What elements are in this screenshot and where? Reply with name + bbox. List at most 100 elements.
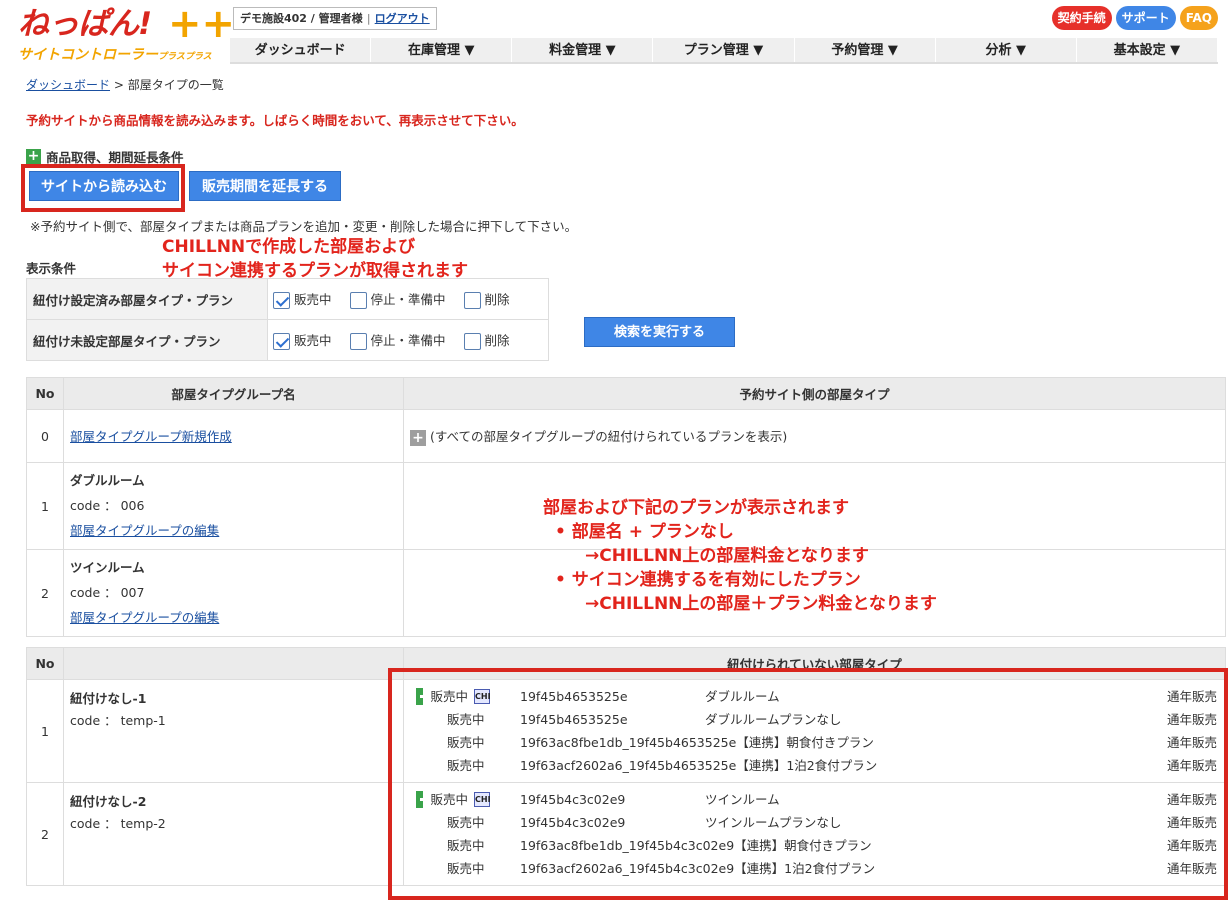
group-code: code ： 007 xyxy=(70,585,145,600)
checkbox-checked[interactable] xyxy=(273,292,290,309)
filter-option-deleted[interactable]: 削除 xyxy=(463,330,510,350)
plan-row: 販売中 19f45b4653525e ダブルルームプランなし 通年販売 xyxy=(410,708,1225,731)
logout-link[interactable]: ログアウト xyxy=(375,12,430,25)
chillnn-icon: CHI xyxy=(474,689,491,704)
plan-name: ダブルルーム xyxy=(705,689,780,704)
plan-row: 販売中 19f63ac8fbe1db_19f45b4653525e 【連携】朝食… xyxy=(410,731,1225,754)
annotation-load: CHILLNNで作成した部屋および サイコン連携するプランが取得されます xyxy=(162,235,468,283)
edit-group-link[interactable]: 部屋タイプグループの編集 xyxy=(70,523,219,538)
edit-group-link[interactable]: 部屋タイプグループの編集 xyxy=(70,610,219,625)
plan-list: 販売中 CHI 19f45b4653525e ダブルルーム 通年販売 販売中 19… xyxy=(403,679,1226,783)
col-site-room-type: 予約サイト側の部屋タイプ xyxy=(403,377,1226,410)
plan-list: 販売中 CHI 19f45b4c3c02e9 ツインルーム 通年販売 販売中 19… xyxy=(403,782,1226,886)
option-label: 削除 xyxy=(484,292,510,307)
unlinked-code: code ： temp-2 xyxy=(70,816,166,831)
row-no: 0 xyxy=(26,409,64,463)
nav-inventory[interactable]: 在庫管理 ▼ xyxy=(371,38,513,62)
load-from-site-button[interactable]: サイトから読み込む xyxy=(29,171,179,201)
faq-button[interactable]: FAQ xyxy=(1179,6,1218,30)
option-label: 販売中 xyxy=(294,333,332,348)
nav-pricing[interactable]: 料金管理 ▼ xyxy=(512,38,654,62)
plan-status: 販売中 xyxy=(447,815,485,830)
plan-period: 通年販売 xyxy=(1166,815,1217,830)
filter-options: 販売中 停止・準備中 削除 xyxy=(267,319,549,361)
plan-status: 販売中 xyxy=(447,838,485,853)
plan-row: 販売中 CHI 19f45b4c3c02e9 ツインルーム 通年販売 xyxy=(410,788,1225,811)
nav-analytics[interactable]: 分析 ▼ xyxy=(936,38,1077,62)
filter-option-selling[interactable]: 販売中 xyxy=(273,330,332,350)
nav-settings[interactable]: 基本設定 ▼ xyxy=(1077,38,1218,62)
annotation-load-line1: CHILLNNで作成した部屋および xyxy=(162,237,416,257)
plan-period: 通年販売 xyxy=(1166,735,1217,750)
annotation-plans: 部屋および下記のプランが表示されます • 部屋名 + プランなし →CHILLN… xyxy=(543,496,937,616)
logo[interactable]: ねっぱん! ++ サイトコントローラープラスプラス xyxy=(18,4,235,64)
display-conditions-title: 表示条件 xyxy=(26,261,77,276)
checkbox[interactable] xyxy=(349,333,367,350)
status-text: 販売中 xyxy=(430,792,468,807)
expand-icon[interactable]: + xyxy=(410,429,426,446)
filter-row-linked: 紐付け設定済み部屋タイプ・プラン 販売中 停止・準備中 削除 xyxy=(26,278,549,320)
filter-option-selling[interactable]: 販売中 xyxy=(273,289,332,309)
filter-table: 紐付け設定済み部屋タイプ・プラン 販売中 停止・準備中 削除 紐付け未設定部屋タ… xyxy=(26,278,549,361)
facility-info: デモ施設402 / 管理者様 | ログアウト xyxy=(233,7,437,30)
checkbox[interactable] xyxy=(349,292,367,309)
filter-option-deleted[interactable]: 削除 xyxy=(463,289,510,309)
plan-period: 通年販売 xyxy=(1166,838,1217,853)
top-buttons: 契約手続 サポート FAQ xyxy=(1051,6,1218,30)
facility-name: デモ施設402 / 管理者様 xyxy=(240,12,363,25)
breadcrumb-current: 部屋タイプの一覧 xyxy=(127,78,224,92)
plan-status: 販売中 CHI xyxy=(410,788,491,811)
group-name: ダブルルーム xyxy=(70,473,145,488)
plan-name: 【連携】朝食付きプラン xyxy=(734,838,872,853)
collapse-icon[interactable] xyxy=(416,791,430,808)
plan-id: 19f45b4653525e xyxy=(520,712,628,727)
plan-id: 19f63acf2602a6_19f45b4653525e xyxy=(520,758,737,773)
checkbox-checked[interactable] xyxy=(273,333,290,350)
unlinked-room-table: No 紐付けられていない部屋タイプ 1 紐付けなし-1 code ： temp-… xyxy=(26,647,1226,886)
breadcrumb: ダッシュボード > 部屋タイプの一覧 xyxy=(26,76,224,93)
plan-id: 19f45b4653525e xyxy=(520,689,628,704)
plan-period: 通年販売 xyxy=(1166,712,1217,727)
table-header: No 部屋タイプグループ名 予約サイト側の部屋タイプ xyxy=(26,377,1226,410)
row-no: 2 xyxy=(26,549,64,637)
extend-period-button[interactable]: 販売期間を延長する xyxy=(189,171,341,201)
breadcrumb-dashboard-link[interactable]: ダッシュボード xyxy=(26,78,110,92)
row-name: ダブルルーム code ： 006 部屋タイプグループの編集 xyxy=(63,462,404,550)
show-all-plans-text: (すべての部屋タイプグループの紐付けられているプランを表示) xyxy=(430,429,788,445)
row-site[interactable]: + (すべての部屋タイプグループの紐付けられているプランを表示) xyxy=(403,409,1226,463)
nav-dashboard[interactable]: ダッシュボード xyxy=(230,38,372,62)
annotation-plans-line1: 部屋および下記のプランが表示されます xyxy=(543,498,849,518)
plan-name: ツインルームプランなし xyxy=(705,815,842,830)
collapse-icon[interactable] xyxy=(416,688,430,705)
row-no: 1 xyxy=(26,462,64,550)
breadcrumb-sep: > xyxy=(110,78,128,92)
option-label: 削除 xyxy=(484,333,510,348)
logo-main-text: ねっぱん! xyxy=(18,6,152,42)
plan-period: 通年販売 xyxy=(1166,758,1217,773)
row-name: 紐付けなし-1 code ： temp-1 xyxy=(63,679,404,783)
plan-row: 販売中 CHI 19f45b4653525e ダブルルーム 通年販売 xyxy=(410,685,1225,708)
plan-id: 19f45b4c3c02e9 xyxy=(520,792,626,807)
logo-subtitle: サイトコントローラープラスプラス xyxy=(18,47,212,63)
search-button[interactable]: 検索を実行する xyxy=(584,317,735,347)
filter-option-stopped[interactable]: 停止・準備中 xyxy=(349,330,446,350)
chillnn-icon: CHI xyxy=(474,792,491,807)
nav-reservations[interactable]: 予約管理 ▼ xyxy=(795,38,936,62)
row-name: 紐付けなし-2 code ： temp-2 xyxy=(63,782,404,886)
support-button[interactable]: サポート xyxy=(1115,6,1176,30)
checkbox[interactable] xyxy=(463,333,481,350)
nav-plans[interactable]: プラン管理 ▼ xyxy=(653,38,795,62)
plan-status: 販売中 xyxy=(447,861,485,876)
warning-message: 予約サイトから商品情報を読み込みます。しばらく時間をおいて、再表示させて下さい。 xyxy=(26,113,524,128)
option-label: 停止・準備中 xyxy=(370,292,446,307)
checkbox[interactable] xyxy=(463,292,481,309)
filter-row-unlinked: 紐付け未設定部屋タイプ・プラン 販売中 停止・準備中 削除 xyxy=(26,319,549,361)
table-row: 2 紐付けなし-2 code ： temp-2 販売中 CHI 19f45b4c3… xyxy=(26,782,1226,886)
new-group-link[interactable]: 部屋タイプグループ新規作成 xyxy=(70,429,232,444)
table-row: 0 部屋タイプグループ新規作成 + (すべての部屋タイプグループの紐付けられている… xyxy=(26,409,1226,463)
separator: | xyxy=(366,12,371,25)
filter-option-stopped[interactable]: 停止・準備中 xyxy=(349,289,446,309)
plan-name: 【連携】1泊2食付プラン xyxy=(734,861,876,876)
annotation-plans-line2: • 部屋名 + プランなし xyxy=(555,522,734,542)
contract-button[interactable]: 契約手続 xyxy=(1051,6,1112,30)
